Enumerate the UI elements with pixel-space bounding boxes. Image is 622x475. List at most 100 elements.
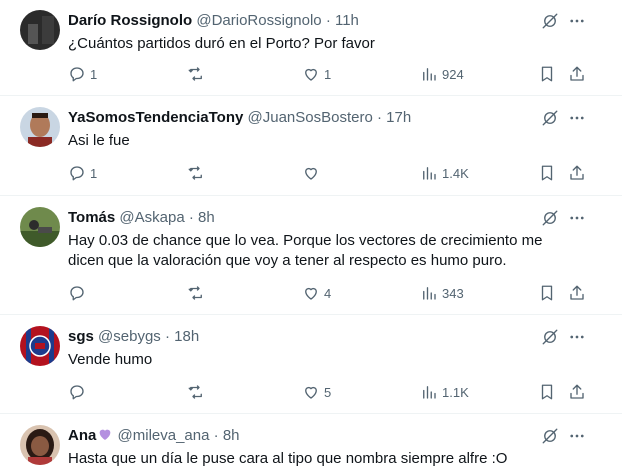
tweet[interactable]: YaSomosTendenciaTony @JuanSosBostero · 1… xyxy=(0,97,622,196)
views-icon xyxy=(423,167,436,180)
reply-icon xyxy=(70,286,84,301)
tweet[interactable]: Ana @mileva_ana · 8h Hasta que un día le… xyxy=(0,415,622,475)
action-bar: 1 1.4K xyxy=(0,163,622,183)
separator: · xyxy=(188,209,194,226)
author-name[interactable]: Darío Rossignolo xyxy=(68,12,192,29)
bookmark-button[interactable] xyxy=(538,64,556,84)
author-name[interactable]: Ana xyxy=(68,427,96,444)
bookmark-icon xyxy=(541,285,553,301)
reply-button[interactable] xyxy=(68,382,90,402)
avatar[interactable] xyxy=(20,207,60,247)
grok-icon[interactable] xyxy=(541,12,559,30)
grok-icon[interactable] xyxy=(541,427,559,445)
author-handle[interactable]: @mileva_ana xyxy=(118,427,210,444)
heart-icon xyxy=(305,167,317,180)
author-handle[interactable]: @Askapa xyxy=(119,209,184,226)
bookmark-button[interactable] xyxy=(538,163,556,183)
tweet[interactable]: Tomás @Askapa · 8h Hay 0.03 de chance qu… xyxy=(0,197,622,315)
share-button[interactable] xyxy=(568,163,586,183)
heart-icon xyxy=(305,287,317,300)
tweet-header: Ana @mileva_ana · 8h xyxy=(68,426,542,446)
views-icon xyxy=(423,68,436,81)
author-name[interactable]: Tomás xyxy=(68,209,115,226)
tweet-text: Asi le fue xyxy=(68,132,130,149)
view-count: 1.1K xyxy=(442,384,469,400)
grok-icon[interactable] xyxy=(541,328,559,346)
separator: · xyxy=(213,427,219,444)
view-count: 1.4K xyxy=(442,165,469,181)
separator: · xyxy=(164,328,170,345)
more-icon[interactable] xyxy=(568,109,586,127)
share-icon xyxy=(570,384,584,399)
like-count: 4 xyxy=(324,285,332,301)
views-button[interactable]: 924 xyxy=(420,64,464,84)
timestamp[interactable]: 18h xyxy=(174,328,199,345)
retweet-icon xyxy=(188,166,202,180)
author-name[interactable]: sgs xyxy=(68,328,94,345)
retweet-button[interactable] xyxy=(187,163,209,183)
tweet-text: ¿Cuántos partidos duró en el Porto? Por … xyxy=(68,35,375,52)
grok-icon[interactable] xyxy=(541,109,559,127)
retweet-button[interactable] xyxy=(187,283,209,303)
like-button[interactable] xyxy=(302,163,324,183)
tweet[interactable]: sgs @sebygs · 18h Vende humo 5 1.1K xyxy=(0,316,622,414)
tweet-text: Vende humo xyxy=(68,351,153,368)
heart-icon xyxy=(305,68,317,81)
tweet-header: sgs @sebygs · 18h xyxy=(68,327,542,347)
share-button[interactable] xyxy=(568,283,586,303)
bookmark-button[interactable] xyxy=(538,283,556,303)
share-icon xyxy=(570,285,584,300)
like-button[interactable]: 5 xyxy=(302,382,331,402)
share-button[interactable] xyxy=(568,382,586,402)
views-button[interactable]: 1.4K xyxy=(420,163,469,183)
reply-button[interactable] xyxy=(68,283,90,303)
bookmark-button[interactable] xyxy=(538,382,556,402)
avatar[interactable] xyxy=(20,425,60,465)
share-icon xyxy=(570,66,584,81)
reply-count: 1 xyxy=(90,165,98,181)
like-button[interactable]: 4 xyxy=(302,283,331,303)
grok-icon[interactable] xyxy=(541,209,559,227)
more-icon[interactable] xyxy=(568,328,586,346)
share-icon xyxy=(570,165,584,180)
author-name[interactable]: YaSomosTendenciaTony xyxy=(68,109,243,126)
author-handle[interactable]: @DarioRossignolo xyxy=(196,12,321,29)
timestamp[interactable]: 11h xyxy=(335,12,359,29)
avatar[interactable] xyxy=(20,10,60,50)
tweet-header: Darío Rossignolo @DarioRossignolo · 11h xyxy=(68,11,542,31)
more-icon[interactable] xyxy=(568,427,586,445)
like-button[interactable]: 1 xyxy=(302,64,331,84)
reply-feed: Darío Rossignolo @DarioRossignolo · 11h … xyxy=(0,0,622,475)
view-count: 343 xyxy=(442,285,464,301)
reply-icon xyxy=(70,67,84,82)
view-count: 924 xyxy=(442,66,464,82)
separator: · xyxy=(325,12,331,29)
more-icon[interactable] xyxy=(568,12,586,30)
retweet-button[interactable] xyxy=(187,382,209,402)
like-count: 1 xyxy=(324,66,332,82)
avatar[interactable] xyxy=(20,107,60,147)
timestamp[interactable]: 8h xyxy=(223,427,240,444)
tweet-header: Tomás @Askapa · 8h xyxy=(68,208,542,228)
bookmark-icon xyxy=(541,66,553,82)
avatar[interactable] xyxy=(20,326,60,366)
tweet[interactable]: Darío Rossignolo @DarioRossignolo · 11h … xyxy=(0,0,622,96)
views-button[interactable]: 343 xyxy=(420,283,464,303)
retweet-button[interactable] xyxy=(187,64,209,84)
timestamp[interactable]: 8h xyxy=(198,209,215,226)
share-button[interactable] xyxy=(568,64,586,84)
separator: · xyxy=(376,109,382,126)
views-button[interactable]: 1.1K xyxy=(420,382,469,402)
author-handle[interactable]: @JuanSosBostero xyxy=(248,109,373,126)
action-bar: 1 1 924 xyxy=(0,64,622,84)
author-handle[interactable]: @sebygs xyxy=(98,328,161,345)
retweet-icon xyxy=(188,67,202,81)
reply-button[interactable]: 1 xyxy=(68,163,97,183)
retweet-icon xyxy=(188,286,202,300)
timestamp[interactable]: 17h xyxy=(386,109,411,126)
reply-button[interactable]: 1 xyxy=(68,64,97,84)
views-icon xyxy=(423,287,436,300)
more-icon[interactable] xyxy=(568,209,586,227)
reply-count: 1 xyxy=(90,66,98,82)
tweet-text: Hay 0.03 de chance que lo vea. Porque lo… xyxy=(68,232,543,269)
